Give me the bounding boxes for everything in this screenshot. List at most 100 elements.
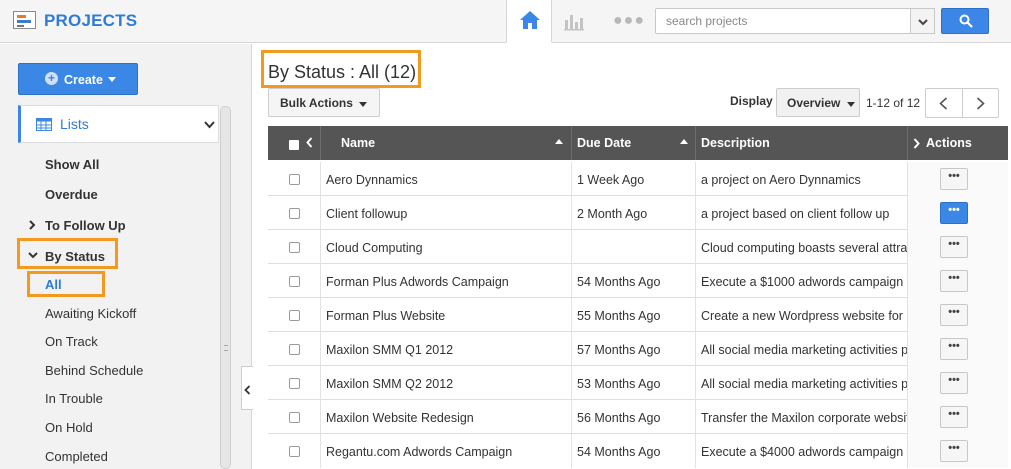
project-name[interactable]: Maxilon Website Redesign [326, 411, 474, 425]
sidebar-item-to-follow-up[interactable]: To Follow Up [29, 218, 126, 233]
search-button[interactable] [941, 8, 989, 34]
row-actions-button[interactable]: ••• [940, 440, 968, 462]
row-actions-button[interactable]: ••• [940, 236, 968, 258]
project-name[interactable]: Maxilon SMM Q1 2012 [326, 343, 453, 357]
page-title: By Status : All (12) [268, 62, 417, 82]
page-range: 1-12 of 12 [866, 96, 921, 110]
row-checkbox[interactable] [289, 174, 300, 185]
column-header-name[interactable]: Name [321, 126, 572, 160]
project-name[interactable]: Client followup [326, 207, 407, 221]
project-description: Transfer the Maxilon corporate websit [701, 411, 908, 425]
display-label: Display [730, 94, 773, 108]
sidebar-item-on-hold[interactable]: On Hold [45, 420, 93, 435]
sidebar-item-behind-schedule[interactable]: Behind Schedule [45, 363, 143, 378]
table-row[interactable]: Maxilon SMM Q1 2012 57 Months Ago All so… [268, 332, 1008, 366]
row-actions-button[interactable]: ••• [940, 304, 968, 326]
pager [925, 88, 999, 118]
scrollbar-grip[interactable] [224, 345, 228, 351]
project-name[interactable]: Aero Dynnamics [326, 173, 418, 187]
column-header-due-date[interactable]: Due Date [572, 126, 696, 160]
project-due-date: 53 Months Ago [577, 377, 661, 391]
row-actions-button[interactable]: ••• [940, 406, 968, 428]
table-row[interactable]: Cloud Computing Cloud computing boasts s… [268, 230, 1008, 264]
lists-panel-toggle[interactable]: Lists [18, 105, 219, 143]
table-row[interactable]: Client followup 2 Month Ago a project ba… [268, 196, 1008, 230]
highlight-all [27, 271, 105, 297]
search-input[interactable] [655, 8, 911, 34]
bulk-actions-button[interactable]: Bulk Actions [268, 88, 380, 117]
sidebar-item-completed[interactable]: Completed [45, 449, 108, 464]
bar-chart-icon [564, 15, 584, 31]
row-checkbox[interactable] [289, 344, 300, 355]
create-button[interactable]: + Create [18, 63, 138, 95]
project-description: Execute a $4000 adwords campaign fo [701, 445, 908, 459]
table-row[interactable]: Maxilon Website Redesign 56 Months Ago T… [268, 400, 1008, 434]
search-icon [959, 14, 973, 28]
project-name[interactable]: Maxilon SMM Q2 2012 [326, 377, 453, 391]
sidebar-item-on-track[interactable]: On Track [45, 334, 98, 349]
reports-nav-button[interactable] [563, 11, 585, 34]
chevron-right-icon [976, 97, 985, 110]
view-select-value: Overview [787, 96, 841, 110]
collapse-sidebar-button[interactable] [241, 366, 253, 410]
sidebar-item-label: To Follow Up [45, 218, 126, 233]
row-checkbox[interactable] [289, 412, 300, 423]
table-row[interactable]: Aero Dynnamics 1 Week Ago a project on A… [268, 162, 1008, 196]
chevron-left-icon [244, 385, 251, 395]
previous-page-button[interactable] [926, 89, 963, 117]
row-actions-button[interactable]: ••• [940, 270, 968, 292]
list-grid-icon [36, 118, 52, 131]
column-header-label: Description [701, 136, 770, 150]
plus-circle-icon: + [45, 72, 58, 85]
project-name[interactable]: Forman Plus Website [326, 309, 445, 323]
project-due-date: 56 Months Ago [577, 411, 661, 425]
table-row[interactable]: Regantu.com Adwords Campaign 54 Months A… [268, 434, 1008, 469]
project-description: All social media marketing activities pe [701, 343, 908, 357]
home-nav-button[interactable] [506, 0, 552, 43]
project-name[interactable]: Cloud Computing [326, 241, 423, 255]
column-header-actions[interactable]: Actions [908, 126, 1008, 160]
row-actions-button[interactable]: ••• [940, 168, 968, 190]
project-name[interactable]: Forman Plus Adwords Campaign [326, 275, 509, 289]
row-actions-button[interactable]: ••• [940, 372, 968, 394]
row-actions-button[interactable]: ••• [940, 338, 968, 360]
highlight-by-status [17, 238, 118, 269]
sidebar-item-in-trouble[interactable]: In Trouble [45, 391, 103, 406]
row-checkbox[interactable] [289, 276, 300, 287]
bulk-actions-label: Bulk Actions [280, 96, 353, 110]
search-dropdown-button[interactable] [911, 8, 935, 34]
table-row[interactable]: Forman Plus Website 55 Months Ago Create… [268, 298, 1008, 332]
project-description: Cloud computing boasts several attrac [701, 241, 908, 255]
table-row[interactable]: Maxilon SMM Q2 2012 53 Months Ago All so… [268, 366, 1008, 400]
sidebar-item-show-all[interactable]: Show All [45, 157, 99, 172]
row-checkbox[interactable] [289, 378, 300, 389]
chevron-right-icon [29, 220, 36, 230]
row-actions-button[interactable]: ••• [940, 202, 968, 224]
sidebar-item-awaiting-kickoff[interactable]: Awaiting Kickoff [45, 306, 136, 321]
top-header: PROJECTS ●●● [0, 0, 1011, 43]
sidebar-item-label: Behind Schedule [45, 363, 144, 378]
view-select[interactable]: Overview [776, 88, 860, 117]
sidebar-item-overdue[interactable]: Overdue [45, 187, 98, 202]
project-description: a project on Aero Dynnamics [701, 173, 861, 187]
select-all-checkbox[interactable] [289, 140, 299, 150]
sidebar-item-label: On Hold [45, 420, 93, 435]
chevron-left-icon[interactable] [306, 137, 313, 148]
row-checkbox[interactable] [289, 446, 300, 457]
column-header-label: Actions [926, 136, 972, 150]
project-due-date: 1 Week Ago [577, 173, 645, 187]
sidebar-item-label: In Trouble [45, 391, 103, 406]
more-nav-icon[interactable]: ●●● [613, 12, 645, 30]
table-row[interactable]: Forman Plus Adwords Campaign 54 Months A… [268, 264, 1008, 298]
column-header-description[interactable]: Description [696, 126, 908, 160]
next-page-button[interactable] [963, 89, 999, 117]
project-name[interactable]: Regantu.com Adwords Campaign [326, 445, 512, 459]
sidebar-item-label: Show All [45, 157, 100, 172]
sidebar-scrollbar[interactable] [220, 106, 231, 469]
sidebar-item-label: On Track [45, 334, 98, 349]
row-checkbox[interactable] [289, 208, 300, 219]
app-title: PROJECTS [44, 11, 138, 30]
row-checkbox[interactable] [289, 242, 300, 253]
row-checkbox[interactable] [289, 310, 300, 321]
sidebar-item-label: Overdue [45, 187, 98, 202]
